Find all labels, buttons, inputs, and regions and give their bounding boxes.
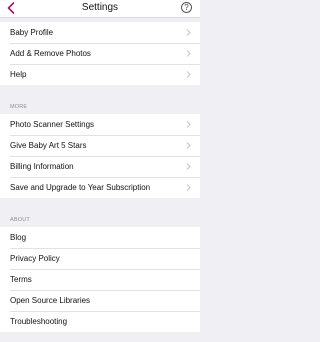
chevron-right-icon xyxy=(186,142,191,149)
chevron-right-icon xyxy=(186,121,191,128)
row-privacy-policy[interactable]: Privacy Policy xyxy=(0,248,200,269)
page-title: Settings xyxy=(81,2,119,13)
row-label: Blog xyxy=(10,233,27,242)
row-add-remove-photos[interactable]: Add & Remove Photos xyxy=(0,43,200,64)
row-label: Troubleshooting xyxy=(10,317,68,326)
row-photo-scanner-settings[interactable]: Photo Scanner Settings xyxy=(0,114,200,135)
row-label: Terms xyxy=(10,275,32,284)
more-settings-group: Photo Scanner Settings Give Baby Art 5 S… xyxy=(0,114,200,198)
row-give-5-stars[interactable]: Give Baby Art 5 Stars xyxy=(0,135,200,156)
row-billing-information[interactable]: Billing Information xyxy=(0,156,200,177)
chevron-right-icon xyxy=(186,50,191,57)
settings-screen: Settings ? Baby Profile Add & Remove Pho… xyxy=(0,0,200,342)
row-open-source-libraries[interactable]: Open Source Libraries xyxy=(0,290,200,311)
top-settings-group: Baby Profile Add & Remove Photos Help xyxy=(0,22,200,85)
row-baby-profile[interactable]: Baby Profile xyxy=(0,22,200,43)
row-upgrade-subscription[interactable]: Save and Upgrade to Year Subscription xyxy=(0,177,200,198)
bottom-spacer xyxy=(0,332,200,342)
help-button[interactable]: ? xyxy=(181,2,192,13)
section-header-more: MORE xyxy=(0,85,200,114)
row-label: Save and Upgrade to Year Subscription xyxy=(10,183,151,192)
navigation-bar: Settings ? xyxy=(0,0,200,18)
row-label: Give Baby Art 5 Stars xyxy=(10,141,87,150)
row-label: Open Source Libraries xyxy=(10,296,91,305)
row-label: Billing Information xyxy=(10,162,74,171)
row-terms[interactable]: Terms xyxy=(0,269,200,290)
section-header-about: ABOUT xyxy=(0,198,200,227)
row-label: Privacy Policy xyxy=(10,254,60,263)
row-label: Photo Scanner Settings xyxy=(10,120,95,129)
section-header-label: MORE xyxy=(10,104,28,110)
chevron-right-icon xyxy=(186,184,191,191)
chevron-right-icon xyxy=(186,71,191,78)
row-label: Help xyxy=(10,70,27,79)
question-mark-icon: ? xyxy=(184,3,189,12)
about-settings-group: Blog Privacy Policy Terms Open Source Li… xyxy=(0,227,200,332)
row-blog[interactable]: Blog xyxy=(0,227,200,248)
chevron-right-icon xyxy=(186,163,191,170)
chevron-right-icon xyxy=(186,29,191,36)
row-label: Baby Profile xyxy=(10,28,54,37)
row-label: Add & Remove Photos xyxy=(10,49,91,58)
row-help[interactable]: Help xyxy=(0,64,200,85)
section-header-label: ABOUT xyxy=(10,217,30,223)
row-troubleshooting[interactable]: Troubleshooting xyxy=(0,311,200,332)
